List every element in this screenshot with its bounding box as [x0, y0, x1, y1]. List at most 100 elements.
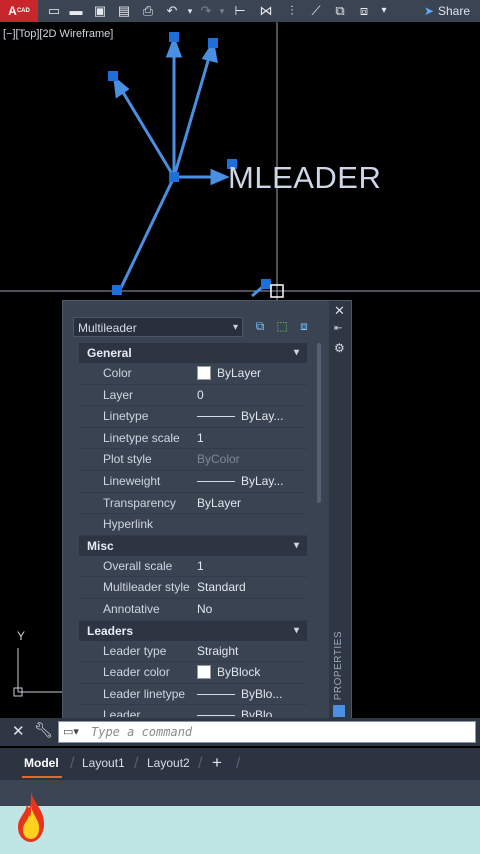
property-row[interactable]: Leader lineweight ByBlo...: [79, 705, 307, 717]
property-row[interactable]: Overall scale 1: [79, 556, 307, 578]
quick-access-toolbar: ACAD ▭ ▬ ▣ ▤ ⎙ ↶ ▾ ↷ ▾ ⊢ ⋈ ⫶ ⟋ ⧉ ⧈ ▾ ➤ Sh…: [0, 0, 480, 22]
arrowhead-4: [210, 168, 230, 186]
tab-divider: /: [70, 755, 75, 772]
palette-settings-icon[interactable]: ⚙: [334, 341, 345, 355]
property-row[interactable]: Transparency ByLayer: [79, 493, 307, 515]
tab-model[interactable]: Model: [24, 756, 59, 770]
tab-layout2[interactable]: Layout2: [147, 756, 190, 770]
share-icon: ➤: [423, 4, 434, 18]
object-type-select[interactable]: Multileader ▾: [73, 317, 243, 337]
property-name: Hyperlink: [103, 517, 154, 532]
ucs-y-label: Y: [17, 629, 25, 643]
fire-icon: [18, 792, 45, 842]
property-name: Color: [103, 366, 132, 380]
property-row[interactable]: Hyperlink: [79, 514, 307, 536]
chevron-down-icon: ▾: [293, 539, 299, 551]
property-row[interactable]: Multileader style Standard: [79, 577, 307, 599]
property-row[interactable]: Linetype ByLay...: [79, 406, 307, 428]
redo-icon[interactable]: ↷: [198, 3, 214, 19]
property-value[interactable]: ByLayer: [193, 493, 307, 514]
property-row[interactable]: Lineweight ByLay...: [79, 471, 307, 493]
dimension-linear-icon[interactable]: ⊢: [232, 3, 248, 19]
print-icon[interactable]: ⎙: [140, 3, 156, 19]
grip: [169, 172, 179, 182]
tab-divider: /: [134, 755, 139, 772]
close-icon[interactable]: ✕: [334, 303, 345, 319]
linetype-sample: [197, 715, 235, 717]
layer-state-icon[interactable]: ⧈: [356, 3, 372, 19]
section-header-general[interactable]: General ▾: [79, 343, 307, 363]
property-row[interactable]: Annotative No: [79, 599, 307, 621]
autohide-icon[interactable]: ⇤: [334, 323, 342, 334]
property-row[interactable]: Color ByLayer: [79, 363, 307, 385]
redo-dropdown-icon[interactable]: ▾: [214, 3, 230, 19]
grip: [169, 32, 179, 42]
palette-scrollbar[interactable]: [317, 343, 321, 503]
command-input[interactable]: ▭▾ Type a command: [58, 721, 476, 743]
property-value[interactable]: Straight: [193, 641, 307, 662]
save-icon[interactable]: ▣: [92, 3, 108, 19]
layers-icon[interactable]: ⧉: [332, 3, 348, 19]
add-layout-button[interactable]: +: [212, 753, 222, 773]
property-value[interactable]: ByBlock: [193, 662, 307, 683]
property-value[interactable]: No: [193, 599, 307, 620]
new-icon[interactable]: ▭: [46, 3, 62, 19]
property-row[interactable]: Leader linetype ByBlo...: [79, 684, 307, 706]
property-row[interactable]: Linetype scale 1: [79, 428, 307, 450]
leader-line-2: [172, 43, 215, 178]
dimension-baseline-icon[interactable]: ⫶: [284, 3, 300, 19]
linetype-sample: [197, 693, 235, 695]
property-name: Transparency: [103, 495, 176, 510]
mleader-annotation-text[interactable]: MLEADER: [228, 160, 381, 196]
toolbar-dropdown-icon[interactable]: ▾: [376, 3, 392, 19]
property-value[interactable]: ByLay...: [193, 406, 307, 427]
grip: [208, 38, 218, 48]
grip: [112, 285, 122, 295]
palette-title-strip[interactable]: ✕ ⇤ ⚙ PROPERTIES: [329, 301, 351, 721]
property-value[interactable]: ByBlo...: [193, 684, 307, 705]
properties-palette[interactable]: ✕ ⇤ ⚙ PROPERTIES Multileader ▾ ⧉ ⬚ ⧈ Gen…: [62, 300, 352, 722]
property-value[interactable]: ByBlo...: [193, 705, 307, 717]
quick-select-icon[interactable]: ⧈: [295, 317, 313, 335]
status-bar: [0, 780, 480, 806]
chevron-down-icon: ▾: [232, 322, 238, 333]
section-header-leaders[interactable]: Leaders ▾: [79, 620, 307, 641]
palette-menu-icon[interactable]: [333, 705, 345, 717]
undo-dropdown-icon[interactable]: ▾: [182, 3, 198, 19]
property-value[interactable]: [193, 514, 307, 535]
property-row[interactable]: Leader color ByBlock: [79, 662, 307, 684]
toggle-pickadd-icon[interactable]: ⧉: [251, 317, 269, 335]
dimension-aligned-icon[interactable]: ⋈: [258, 3, 274, 19]
property-value[interactable]: 1: [193, 428, 307, 449]
property-value[interactable]: ByLayer: [193, 363, 307, 384]
arrowhead-1: [165, 35, 183, 58]
property-row[interactable]: Leader type Straight: [79, 641, 307, 663]
section-header-misc[interactable]: Misc ▾: [79, 535, 307, 556]
tab-divider: /: [236, 755, 241, 772]
tab-layout1[interactable]: Layout1: [82, 756, 125, 770]
property-value[interactable]: ByLay...: [193, 471, 307, 492]
leader-line-4: [118, 176, 176, 291]
close-icon[interactable]: ✕: [12, 722, 25, 740]
property-value[interactable]: 0: [193, 385, 307, 406]
property-row[interactable]: Plot style ByColor: [79, 449, 307, 471]
app-logo[interactable]: ACAD: [0, 0, 38, 22]
property-value[interactable]: ByColor: [193, 449, 307, 470]
property-row[interactable]: Layer 0: [79, 385, 307, 407]
undo-icon[interactable]: ↶: [164, 3, 180, 19]
open-icon[interactable]: ▬: [68, 3, 84, 19]
tab-divider: /: [198, 755, 203, 772]
ucs-icon: [13, 648, 62, 697]
property-value[interactable]: 1: [193, 556, 307, 577]
select-objects-icon[interactable]: ⬚: [273, 317, 291, 335]
wrench-icon[interactable]: 🔧︎: [34, 721, 53, 739]
share-button[interactable]: ➤ Share: [424, 0, 470, 22]
property-name: Leader lineweight: [103, 708, 141, 717]
property-value[interactable]: Standard: [193, 577, 307, 598]
linetype-sample: [197, 480, 235, 482]
saveas-icon[interactable]: ▤: [116, 3, 132, 19]
color-swatch: [197, 665, 211, 680]
command-prompt-icon[interactable]: ▭▾: [63, 725, 79, 738]
leader-icon[interactable]: ⟋: [308, 3, 324, 19]
grip: [108, 71, 118, 81]
